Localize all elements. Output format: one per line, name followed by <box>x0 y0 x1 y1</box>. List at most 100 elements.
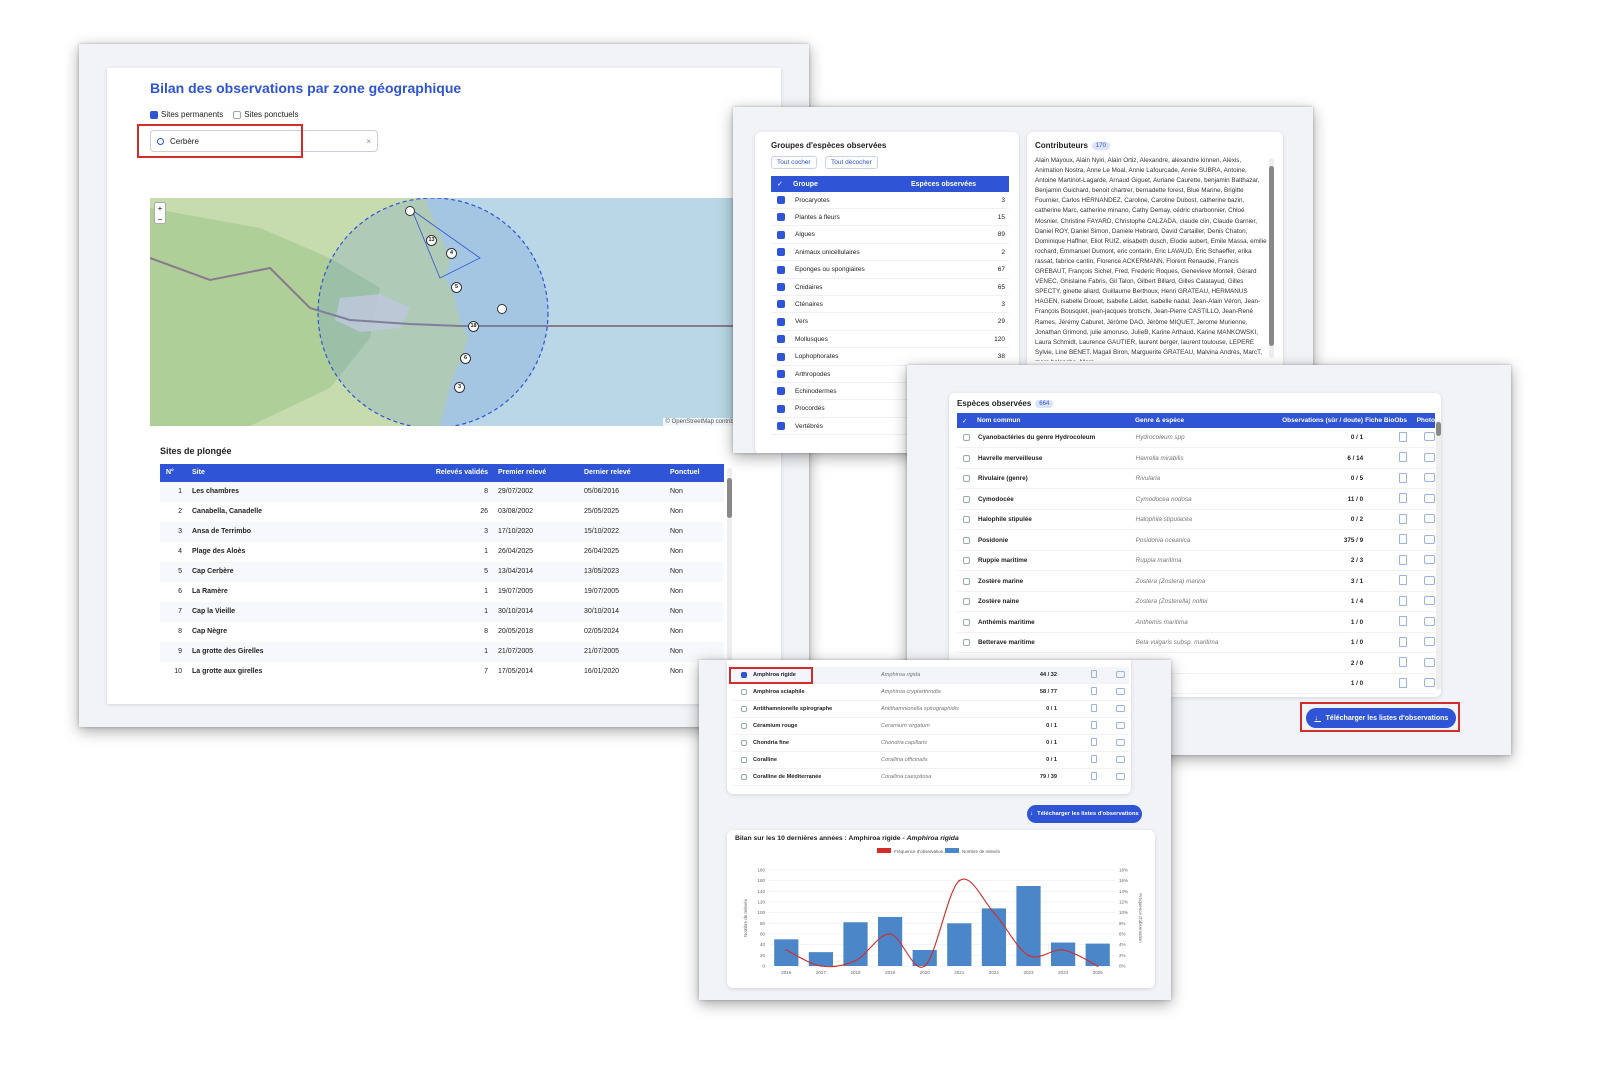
sites-col-header[interactable]: Premier relevé <box>498 469 578 476</box>
species-checkbox[interactable] <box>741 757 747 763</box>
table-row[interactable]: 9 La grotte des Girelles 1 21/07/2005 21/07/… <box>160 642 724 662</box>
bar[interactable] <box>1085 943 1110 966</box>
photo-icon[interactable] <box>1424 596 1435 605</box>
photo-icon[interactable] <box>1424 678 1435 687</box>
filter-punctual[interactable]: Sites ponctuels <box>233 110 299 119</box>
filter-permanent[interactable]: Sites permanents <box>150 110 223 119</box>
photo-icon[interactable] <box>1424 514 1435 523</box>
table-row[interactable]: 8 Cap Nègre 8 20/05/2018 02/05/2024 Non <box>160 622 724 642</box>
photo-icon[interactable] <box>1116 772 1125 780</box>
contributors-scrollbar[interactable] <box>1269 158 1274 358</box>
photo-icon[interactable] <box>1116 670 1125 678</box>
species-checkbox[interactable] <box>963 536 970 544</box>
document-icon[interactable] <box>1399 513 1408 524</box>
document-icon[interactable] <box>1399 534 1408 544</box>
species-checkbox[interactable] <box>963 495 970 503</box>
group-checkbox[interactable] <box>777 335 785 344</box>
document-icon[interactable] <box>1399 636 1408 647</box>
table-row[interactable]: 3 Ansa de Terrimbo 3 17/10/2020 15/10/2022 No… <box>160 522 724 542</box>
zoom-in-button[interactable]: + <box>155 203 165 214</box>
group-checkbox[interactable] <box>777 213 785 222</box>
photo-icon[interactable] <box>1424 555 1435 564</box>
photo-icon[interactable] <box>1424 616 1435 626</box>
species-checkbox[interactable] <box>963 598 970 605</box>
document-icon[interactable] <box>1399 595 1408 606</box>
filter-punctual-checkbox[interactable] <box>233 110 242 119</box>
bar[interactable] <box>981 908 1007 966</box>
species-checkbox[interactable] <box>963 475 970 482</box>
species-checkbox[interactable] <box>963 639 970 646</box>
group-checkbox[interactable] <box>777 265 785 274</box>
list-item[interactable]: Amphiroa sciaphile Amphiroa cryptarthrodi… <box>733 684 1129 701</box>
species-checkbox[interactable] <box>963 618 970 626</box>
list-item[interactable]: Antithamnionelle spirographe Antithamnion… <box>733 701 1129 718</box>
table-row[interactable]: Anthémis maritime Anthemis maritima 1 / 0 <box>957 613 1435 633</box>
table-row[interactable]: Cymodocée Cymodocea nodosa 11 / 0 <box>957 490 1435 510</box>
table-row[interactable]: 5 Cap Cerbère 5 13/04/2014 13/05/2023 Non <box>160 562 724 582</box>
table-row[interactable]: Havrelle merveilleuse Havrella mirabilis 6… <box>957 449 1435 469</box>
map-marker[interactable]: 5 <box>451 282 462 293</box>
photo-icon[interactable] <box>1116 738 1125 746</box>
species-checkbox[interactable] <box>963 434 970 441</box>
list-item[interactable]: Chondria fine Chondria capillaris 0 / 1 <box>733 735 1129 752</box>
map-marker[interactable]: 13 <box>426 235 437 246</box>
sites-col-header[interactable]: N° <box>166 469 186 476</box>
photo-icon[interactable] <box>1116 755 1125 763</box>
photo-icon[interactable] <box>1424 452 1435 462</box>
list-item[interactable]: Cnidaires 65 <box>771 279 1009 296</box>
photo-icon[interactable] <box>1424 493 1435 503</box>
list-item[interactable]: Procaryotes 3 <box>771 192 1009 209</box>
map-marker[interactable]: 4 <box>446 248 457 259</box>
list-item[interactable]: Eponges ou spongiaires 67 <box>771 262 1009 279</box>
species-checkbox[interactable] <box>741 706 747 712</box>
list-item[interactable]: Vers 29 <box>771 314 1009 331</box>
species-checkbox[interactable] <box>963 516 970 523</box>
sites-col-header[interactable]: Dernier relevé <box>584 469 664 476</box>
detail-download-button[interactable]: ↓ Télécharger les listes d'observations <box>1027 805 1142 823</box>
list-item[interactable]: Coralline de Méditerranée Corallina caesp… <box>733 769 1129 786</box>
table-row[interactable]: Zostère naine Zostera (Zosterella) noltei… <box>957 592 1435 612</box>
group-checkbox[interactable] <box>777 196 785 204</box>
species-scrollbar[interactable] <box>1436 420 1441 690</box>
species-checkbox[interactable] <box>963 454 970 462</box>
bar[interactable] <box>912 950 937 966</box>
bar[interactable] <box>843 922 868 966</box>
list-item[interactable]: Mollusques 120 <box>771 331 1009 349</box>
bar[interactable] <box>774 939 799 966</box>
group-checkbox[interactable] <box>777 387 785 396</box>
species-checkbox[interactable] <box>741 723 747 729</box>
list-item[interactable]: Coralline Corallina officinalis 0 / 1 <box>733 752 1129 769</box>
table-row[interactable]: Posidonie Posidonia oceanica 375 / 9 <box>957 531 1435 551</box>
bar[interactable] <box>877 916 903 966</box>
table-row[interactable]: Betterave maritime Beta vulgaris subsp. m… <box>957 633 1435 653</box>
photo-icon[interactable] <box>1424 432 1435 441</box>
bar[interactable] <box>1016 886 1041 966</box>
photo-icon[interactable] <box>1116 721 1125 729</box>
group-checkbox[interactable] <box>777 248 785 257</box>
group-checkbox[interactable] <box>777 230 785 239</box>
list-item[interactable]: Cténaires 3 <box>771 296 1009 314</box>
document-icon[interactable] <box>1399 493 1408 503</box>
flag-marker[interactable] <box>497 304 507 314</box>
group-checkbox[interactable] <box>777 404 785 413</box>
filter-permanent-checkbox[interactable] <box>150 110 158 119</box>
sites-col-header[interactable]: Site <box>192 469 362 476</box>
species-checkbox[interactable] <box>741 740 747 746</box>
bar[interactable] <box>947 923 972 966</box>
map-marker[interactable]: 6 <box>460 353 471 364</box>
group-checkbox[interactable] <box>777 352 785 361</box>
document-icon[interactable] <box>1399 554 1408 565</box>
group-checkbox[interactable] <box>777 300 785 309</box>
group-checkbox[interactable] <box>777 283 785 291</box>
document-icon[interactable] <box>1399 616 1408 626</box>
map-marker[interactable]: 18 <box>468 321 479 332</box>
list-item[interactable]: Céramium rouge Ceramium virgatum 0 / 1 <box>733 718 1129 735</box>
zoom-out-button[interactable]: − <box>155 214 165 225</box>
uncheck-all-button[interactable]: Tout décocher <box>825 156 878 169</box>
table-row[interactable]: Halophile stipulée Halophila stipulacea 0 … <box>957 510 1435 530</box>
species-checkbox[interactable] <box>741 689 747 695</box>
species-checkbox[interactable] <box>963 577 970 585</box>
map[interactable]: + − 13 4 5 18 6 3 © OpenStreetMap contributor… <box>150 198 750 426</box>
table-row[interactable]: 2 Canabella, Canadelle 26 03/08/2002 25/05/2… <box>160 502 724 522</box>
table-row[interactable]: Cyanobactéries du genre Hydrocoleum Hydro… <box>957 428 1435 448</box>
